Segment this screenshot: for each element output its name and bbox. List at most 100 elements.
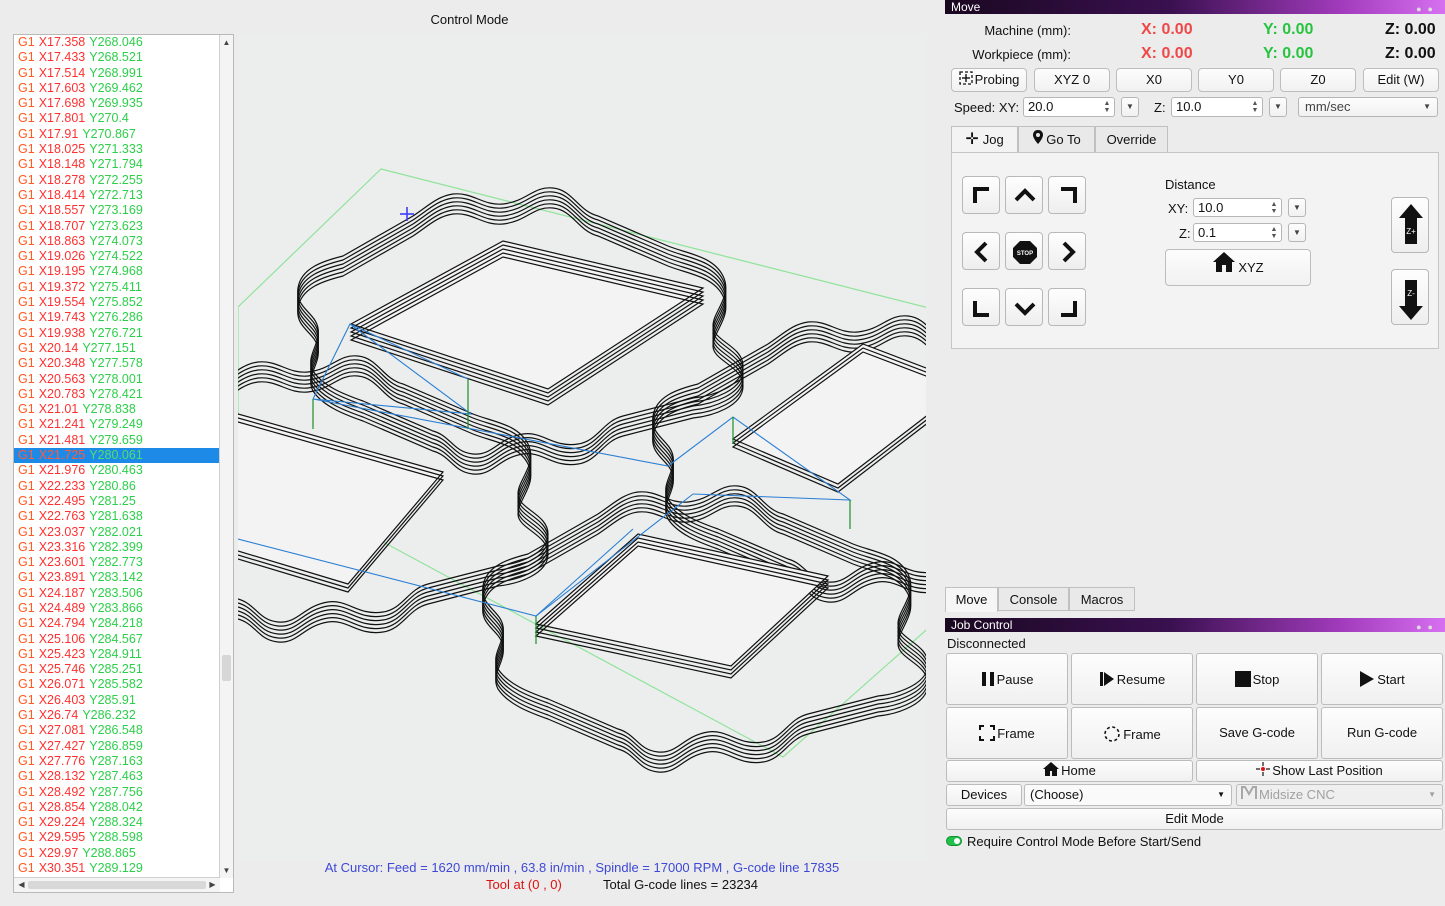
gcode-horizontal-scrollbar[interactable]: ◀ ▶ <box>14 877 220 892</box>
distance-xy-input[interactable]: 10.0 ▲ ▼ <box>1193 198 1282 217</box>
gcode-line[interactable]: G1 X18.148 Y271.794 <box>14 157 220 172</box>
gcode-line[interactable]: G1 X20.348 Y277.578 <box>14 356 220 371</box>
gcode-line[interactable]: G1 X19.743 Y276.286 <box>14 310 220 325</box>
jog-up-button[interactable] <box>1005 176 1043 214</box>
gcode-list-panel[interactable]: G1 X17.358 Y268.046 G1 X17.433 Y268.521 G1 X17.… <box>13 34 234 893</box>
gcode-line[interactable]: G1 X26.403 Y285.91 <box>14 693 220 708</box>
gcode-line[interactable]: G1 X23.891 Y283.142 <box>14 570 220 585</box>
gcode-line[interactable]: G1 X22.763 Y281.638 <box>14 509 220 524</box>
tab-jog[interactable]: ✛ Jog <box>951 126 1018 153</box>
gcode-line[interactable]: G1 X22.233 Y280.86 <box>14 479 220 494</box>
gcode-line[interactable]: G1 X28.492 Y287.756 <box>14 785 220 800</box>
distance-xy-dropdown[interactable]: ▼ <box>1288 198 1306 217</box>
jog-right-button[interactable] <box>1048 232 1086 270</box>
spinner-icon[interactable]: ▲ ▼ <box>1269 201 1279 215</box>
gcode-line[interactable]: G1 X26.74 Y286.232 <box>14 708 220 723</box>
gcode-line[interactable]: G1 X19.554 Y275.852 <box>14 295 220 310</box>
unit-select[interactable]: mm/sec ▼ <box>1298 97 1438 117</box>
jog-down-left-button[interactable] <box>962 288 1000 326</box>
gcode-line[interactable]: G1 X27.776 Y287.163 <box>14 754 220 769</box>
gcode-line[interactable]: G1 X30.351 Y289.129 <box>14 861 220 876</box>
toolpath-canvas[interactable] <box>238 34 926 860</box>
tab-goto[interactable]: Go To <box>1018 126 1095 153</box>
device-select[interactable]: (Choose) ▼ <box>1024 784 1232 806</box>
machine-select[interactable]: Midsize CNC ▼ <box>1236 784 1443 806</box>
gcode-line[interactable]: G1 X29.595 Y288.598 <box>14 830 220 845</box>
gcode-line[interactable]: G1 X24.794 Y284.218 <box>14 616 220 631</box>
gcode-line[interactable]: G1 X23.601 Y282.773 <box>14 555 220 570</box>
gcode-line[interactable]: G1 X18.025 Y271.333 <box>14 142 220 157</box>
gcode-line[interactable]: G1 X19.195 Y274.968 <box>14 264 220 279</box>
gcode-list[interactable]: G1 X17.358 Y268.046 G1 X17.433 Y268.521 G1 X17.… <box>14 35 220 878</box>
x0-button[interactable]: X0 <box>1116 68 1192 92</box>
gcode-line[interactable]: G1 X19.026 Y274.522 <box>14 249 220 264</box>
spinner-icon[interactable]: ▲ ▼ <box>1102 100 1112 114</box>
tab-console[interactable]: Console <box>998 587 1069 611</box>
gcode-line[interactable]: G1 X28.132 Y287.463 <box>14 769 220 784</box>
scroll-left-icon[interactable]: ◀ <box>15 878 28 892</box>
gcode-line[interactable]: G1 X17.514 Y268.991 <box>14 66 220 81</box>
gcode-line[interactable]: G1 X27.427 Y286.859 <box>14 739 220 754</box>
tab-move[interactable]: Move <box>945 587 998 612</box>
gcode-line[interactable]: G1 X25.423 Y284.911 <box>14 647 220 662</box>
jog-up-left-button[interactable] <box>962 176 1000 214</box>
gcode-line[interactable]: G1 X17.801 Y270.4 <box>14 111 220 126</box>
gcode-line[interactable]: G1 X19.938 Y276.721 <box>14 326 220 341</box>
resume-button[interactable]: Resume <box>1071 653 1193 705</box>
xyz0-button[interactable]: XYZ 0 <box>1034 68 1110 92</box>
z0-button[interactable]: Z0 <box>1280 68 1356 92</box>
gcode-line[interactable]: G1 X21.01 Y278.838 <box>14 402 220 417</box>
speed-z-dropdown[interactable]: ▼ <box>1269 97 1287 117</box>
scroll-thumb[interactable] <box>222 655 231 681</box>
jog-stop-button[interactable]: STOP <box>1005 232 1043 270</box>
scroll-up-icon[interactable]: ▲ <box>220 36 233 49</box>
devices-button[interactable]: Devices <box>946 784 1022 806</box>
frame-rect-button[interactable]: Frame <box>946 707 1068 759</box>
run-gcode-button[interactable]: Run G-code <box>1321 707 1443 759</box>
probing-button[interactable]: Probing <box>951 68 1027 92</box>
toolpath-viewer[interactable] <box>238 34 926 860</box>
gcode-line[interactable]: G1 X21.481 Y279.659 <box>14 433 220 448</box>
spinner-icon[interactable]: ▲ ▼ <box>1269 226 1279 240</box>
scroll-right-icon[interactable]: ▶ <box>206 878 219 892</box>
gcode-line[interactable]: G1 X29.97 Y288.865 <box>14 846 220 861</box>
edit-mode-button[interactable]: Edit Mode <box>946 808 1443 830</box>
home-button[interactable]: Home <box>946 760 1193 782</box>
gcode-line[interactable]: G1 X23.037 Y282.021 <box>14 525 220 540</box>
scroll-down-icon[interactable]: ▼ <box>220 864 233 877</box>
jog-down-right-button[interactable] <box>1048 288 1086 326</box>
gcode-line[interactable]: G1 X17.433 Y268.521 <box>14 50 220 65</box>
gcode-line[interactable]: G1 X18.707 Y273.623 <box>14 219 220 234</box>
gcode-line[interactable]: G1 X21.976 Y280.463 <box>14 463 220 478</box>
tab-macros[interactable]: Macros <box>1069 587 1135 611</box>
speed-xy-dropdown[interactable]: ▼ <box>1121 97 1139 117</box>
edit-w-button[interactable]: Edit (W) <box>1363 68 1439 92</box>
start-button[interactable]: Start <box>1321 653 1443 705</box>
jog-z-down-button[interactable]: Z- <box>1391 269 1429 325</box>
show-last-position-button[interactable]: Show Last Position <box>1196 760 1443 782</box>
gcode-line[interactable]: G1 X17.358 Y268.046 <box>14 35 220 50</box>
jog-z-up-button[interactable]: Z+ <box>1391 197 1429 253</box>
hscroll-thumb[interactable] <box>28 881 206 889</box>
jog-left-button[interactable] <box>962 232 1000 270</box>
gcode-vertical-scrollbar[interactable]: ▲ ▼ <box>219 35 233 878</box>
gcode-line[interactable]: G1 X20.783 Y278.421 <box>14 387 220 402</box>
gcode-line[interactable]: G1 X25.746 Y285.251 <box>14 662 220 677</box>
gcode-line[interactable]: G1 X29.224 Y288.324 <box>14 815 220 830</box>
gcode-line[interactable]: G1 X20.563 Y278.001 <box>14 372 220 387</box>
gcode-line[interactable]: G1 X17.603 Y269.462 <box>14 81 220 96</box>
gcode-line[interactable]: G1 X21.725 Y280.061 <box>14 448 220 464</box>
gcode-line[interactable]: G1 X21.241 Y279.249 <box>14 417 220 432</box>
job-titlebar[interactable]: Job Control ●● <box>945 618 1445 632</box>
gcode-line[interactable]: G1 X19.372 Y275.411 <box>14 280 220 295</box>
gcode-line[interactable]: G1 X17.698 Y269.935 <box>14 96 220 111</box>
gcode-line[interactable]: G1 X20.14 Y277.151 <box>14 341 220 356</box>
frame-circle-button[interactable]: Frame <box>1071 707 1193 759</box>
jog-up-right-button[interactable] <box>1048 176 1086 214</box>
control-mode-toggle[interactable] <box>946 836 962 846</box>
gcode-line[interactable]: G1 X18.863 Y274.073 <box>14 234 220 249</box>
spinner-icon[interactable]: ▲ ▼ <box>1250 100 1260 114</box>
move-titlebar[interactable]: Move ●● <box>945 0 1445 14</box>
gcode-line[interactable]: G1 X18.557 Y273.169 <box>14 203 220 218</box>
save-gcode-button[interactable]: Save G-code <box>1196 707 1318 759</box>
